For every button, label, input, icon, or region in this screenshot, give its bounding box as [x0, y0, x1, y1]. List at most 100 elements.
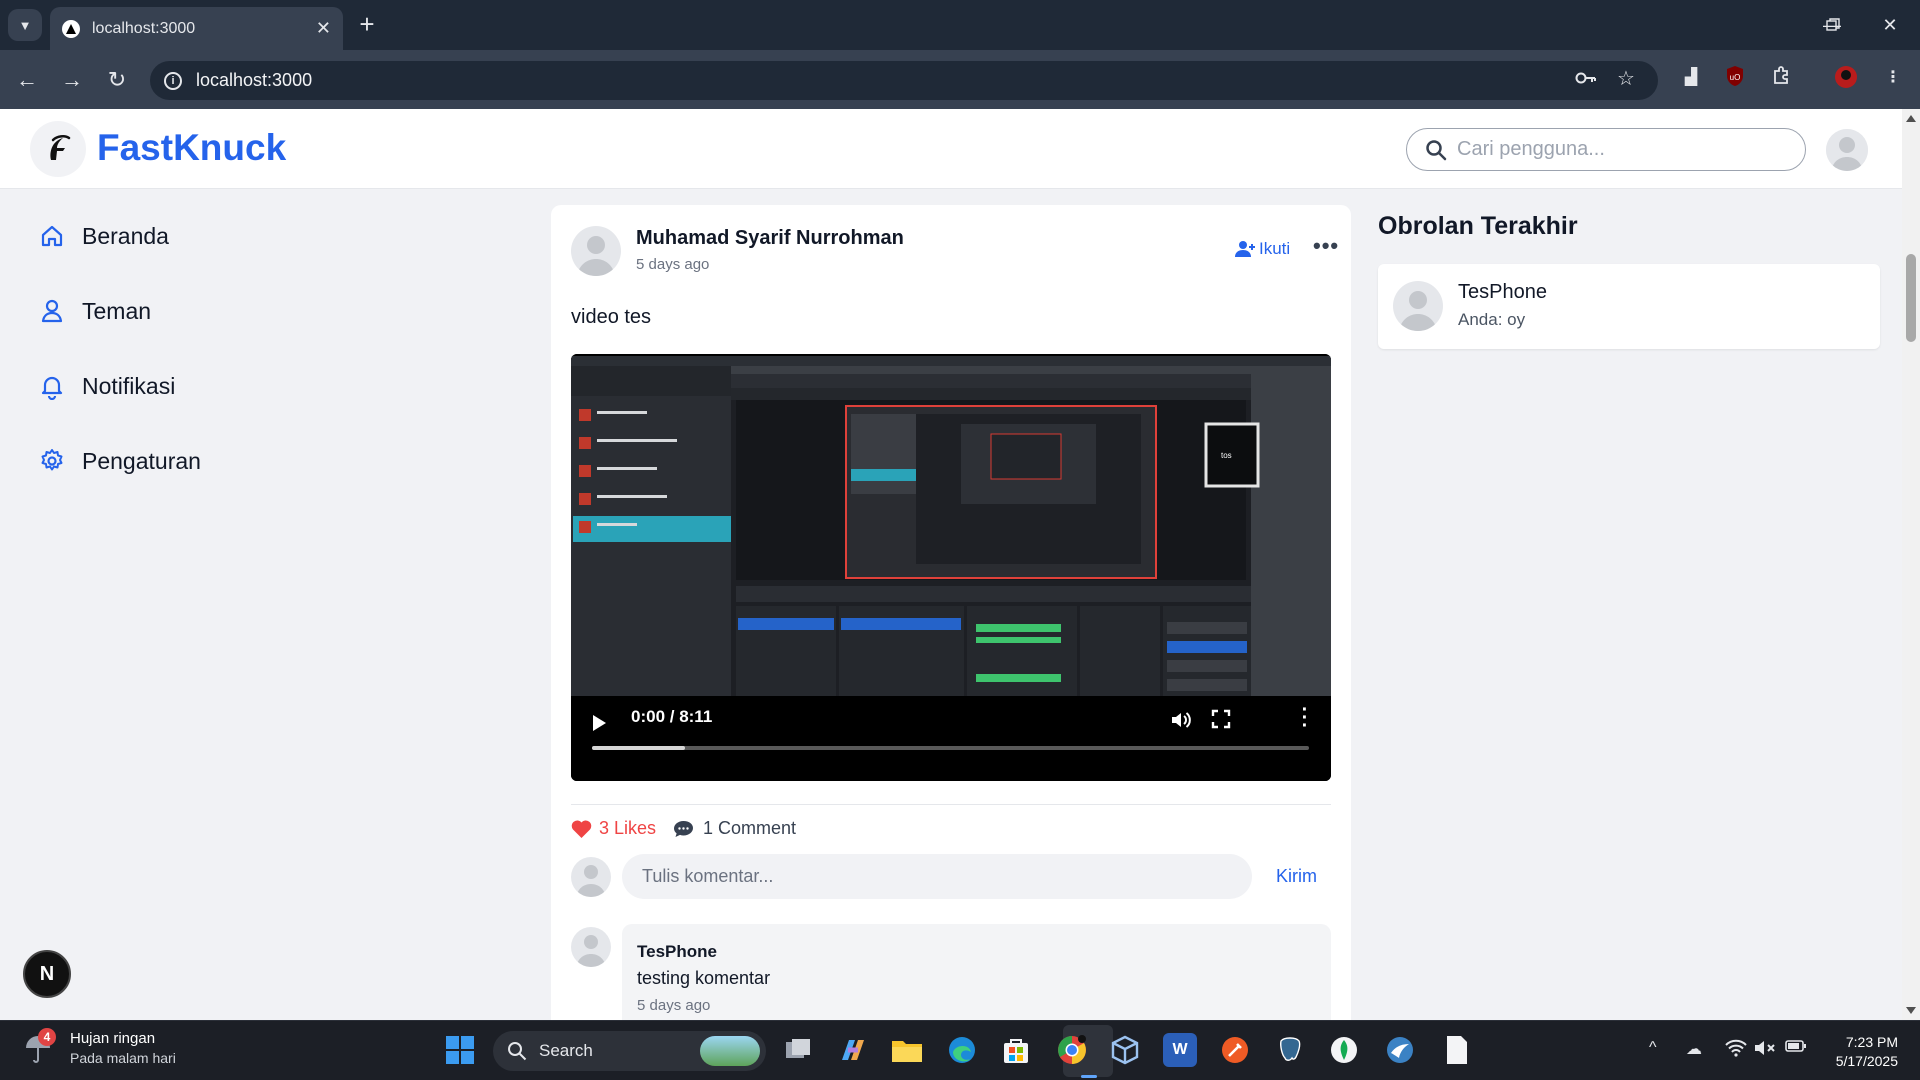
forward-arrow-icon[interactable]: →: [55, 63, 89, 97]
sidebar-item-beranda[interactable]: Beranda: [38, 216, 169, 256]
post-options-icon[interactable]: •••: [1313, 233, 1339, 259]
dev-tools-badge[interactable]: N: [23, 950, 71, 998]
tray-overflow-icon[interactable]: ^: [1649, 1039, 1657, 1057]
speaker-muted-icon[interactable]: [1754, 1039, 1776, 1062]
url-text: localhost:3000: [196, 70, 313, 90]
video-progress-bar[interactable]: [592, 746, 1309, 750]
new-tab-button[interactable]: +: [352, 10, 382, 40]
user-icon: [41, 299, 63, 323]
restore-icon[interactable]: [1813, 10, 1853, 40]
page-scrollbar[interactable]: [1902, 109, 1920, 1020]
search-icon: [1426, 139, 1447, 160]
weather-widget[interactable]: 4 Hujan ringan Pada malam hari: [24, 1028, 176, 1066]
active-app-indicator: [1081, 1075, 1097, 1078]
play-icon[interactable]: [593, 715, 606, 731]
taskbar-search-label: Search: [539, 1041, 593, 1060]
video-time-display: 0:00 / 8:11: [631, 707, 713, 726]
follow-button[interactable]: Ikuti: [1235, 239, 1290, 259]
sidebar-item-label: Notifikasi: [82, 372, 176, 399]
tab-close-icon[interactable]: ✕: [316, 18, 331, 39]
search-placeholder: Cari pengguna...: [1457, 138, 1605, 160]
close-window-icon[interactable]: ✕: [1870, 10, 1910, 40]
sidebar-item-notifikasi[interactable]: Notifikasi: [38, 366, 175, 406]
chrome-icon[interactable]: [1055, 1033, 1089, 1067]
video-player[interactable]: tos 0:00 / 8:11 · · ·: [571, 354, 1331, 781]
comments-button[interactable]: 1 Comment: [673, 818, 796, 839]
weather-title: Hujan ringan: [70, 1030, 156, 1047]
comments-count-label: 1 Comment: [703, 818, 797, 838]
mysql-workbench-icon[interactable]: [1383, 1033, 1417, 1067]
favicon-icon: [62, 19, 80, 38]
comment-author[interactable]: TesPhone: [637, 942, 717, 962]
gear-icon: [41, 449, 63, 471]
video-more-icon[interactable]: · · ·: [1301, 700, 1309, 736]
system-clock[interactable]: 7:23 PM 5/17/2025: [1818, 1033, 1898, 1071]
task-view-icon[interactable]: [781, 1033, 815, 1067]
send-comment-button[interactable]: Kirim: [1276, 866, 1317, 887]
post-author-name[interactable]: Muhamad Syarif Nurrohman: [636, 227, 904, 250]
windows-start-icon[interactable]: [443, 1033, 477, 1067]
comment-input[interactable]: Tulis komentar...: [622, 854, 1252, 899]
password-key-icon[interactable]: [1575, 68, 1597, 90]
word-icon[interactable]: W: [1163, 1033, 1197, 1067]
volume-icon[interactable]: [1169, 708, 1193, 732]
browser-tab[interactable]: localhost:3000 ✕: [50, 7, 343, 50]
like-button[interactable]: 3 Likes: [571, 818, 656, 839]
scroll-down-icon[interactable]: [1906, 1007, 1916, 1014]
brand-name[interactable]: FastKnuck: [97, 127, 286, 169]
reload-icon[interactable]: ↻: [100, 63, 134, 97]
postgresql-icon[interactable]: [1273, 1033, 1307, 1067]
scrollbar-thumb[interactable]: [1906, 254, 1916, 342]
ublock-icon[interactable]: uO: [1722, 65, 1748, 91]
taskbar-search[interactable]: Search: [493, 1031, 766, 1071]
chevron-down-icon: ▼: [18, 17, 32, 33]
chat-avatar: [1393, 281, 1443, 331]
notepad-icon[interactable]: [1440, 1033, 1474, 1067]
home-icon: [41, 225, 63, 247]
postman-icon[interactable]: [1218, 1033, 1252, 1067]
file-explorer-icon[interactable]: [890, 1033, 924, 1067]
battery-icon[interactable]: [1785, 1039, 1807, 1058]
sidebar-item-pengaturan[interactable]: Pengaturan: [38, 441, 201, 481]
site-header: FastKnuck Cari pengguna...: [0, 109, 1902, 189]
extension-signal-icon[interactable]: ▟: [1678, 65, 1704, 91]
tab-search-button[interactable]: ▼: [8, 9, 42, 41]
bookmark-star-icon[interactable]: ☆: [1615, 68, 1637, 90]
edge-icon[interactable]: [945, 1033, 979, 1067]
comment-author-avatar[interactable]: [571, 927, 611, 967]
weather-subtitle: Pada malam hari: [70, 1050, 176, 1066]
copilot-icon[interactable]: [836, 1033, 870, 1067]
post-text: video tes: [571, 306, 652, 328]
scroll-up-icon[interactable]: [1906, 115, 1916, 122]
fullscreen-icon[interactable]: [1211, 709, 1231, 729]
wifi-icon[interactable]: [1725, 1039, 1747, 1062]
profile-avatar-icon[interactable]: [1833, 65, 1859, 91]
add-user-icon: [1235, 241, 1255, 257]
post-author-avatar[interactable]: [571, 226, 621, 276]
extensions-puzzle-icon[interactable]: [1769, 65, 1795, 91]
logo[interactable]: [30, 121, 86, 177]
likes-count: 3 Likes: [599, 818, 657, 838]
store-icon[interactable]: [999, 1033, 1033, 1067]
divider: [571, 804, 1331, 805]
user-search-input[interactable]: Cari pengguna...: [1406, 128, 1806, 171]
mongodb-compass-icon[interactable]: [1327, 1033, 1361, 1067]
tab-title: localhost:3000: [92, 19, 196, 37]
browser-menu-icon[interactable]: ⋮: [1880, 65, 1906, 91]
post-timestamp: 5 days ago: [636, 256, 710, 273]
heart-icon: [571, 819, 592, 838]
chat-item[interactable]: TesPhone Anda: oy: [1378, 264, 1880, 349]
comment-text: testing komentar: [637, 968, 771, 988]
onedrive-icon[interactable]: ☁: [1686, 1039, 1702, 1059]
user-avatar[interactable]: [1826, 129, 1868, 171]
back-arrow-icon[interactable]: ←: [10, 63, 44, 97]
address-bar[interactable]: i localhost:3000: [150, 61, 1658, 100]
video-buffered: [592, 746, 686, 750]
logo-f-icon: [50, 135, 71, 160]
sidebar-item-teman[interactable]: Teman: [38, 291, 151, 331]
sidebar-item-label: Beranda: [82, 222, 169, 249]
current-user-avatar: [571, 857, 611, 897]
site-info-icon[interactable]: i: [164, 71, 182, 90]
browser-tab-bar: ▼ localhost:3000 ✕ + — ✕: [0, 0, 1920, 50]
virtualbox-icon[interactable]: [1108, 1033, 1142, 1067]
